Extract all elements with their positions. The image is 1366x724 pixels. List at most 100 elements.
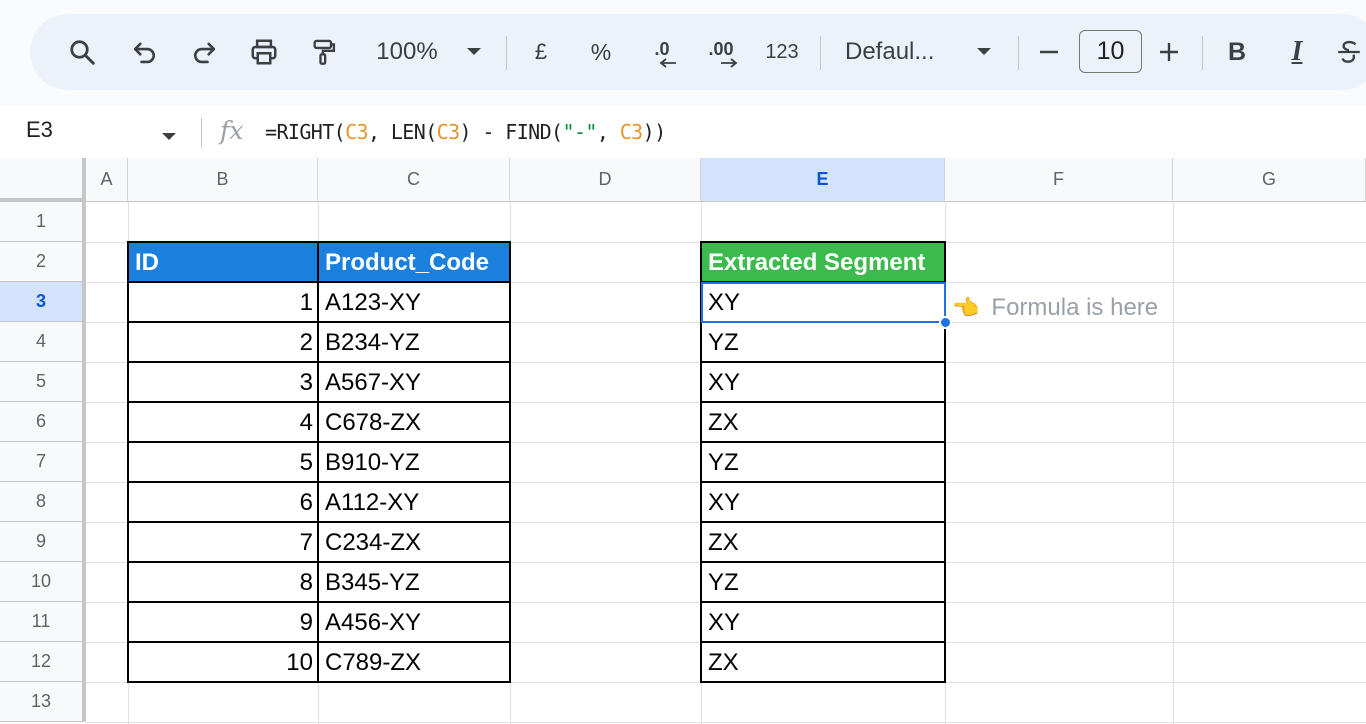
redo-button[interactable] — [184, 14, 224, 90]
redo-icon — [193, 42, 216, 64]
toolbar: 100% £ % .0 .00 123 Defaul... 10 B I — [30, 14, 1366, 90]
column-header-c[interactable]: C — [318, 158, 510, 202]
column-header-d[interactable]: D — [510, 158, 701, 202]
table-inner-border — [701, 281, 945, 283]
select-all-corner[interactable] — [0, 158, 86, 202]
percent-format-button[interactable]: % — [586, 14, 616, 90]
font-dropdown-button[interactable] — [970, 14, 998, 90]
zoom-value: 100% — [376, 38, 438, 65]
search-icon — [70, 40, 95, 65]
column-header-f[interactable]: F — [945, 158, 1173, 202]
row-header-6[interactable]: 6 — [0, 402, 86, 442]
name-box-dropdown-button[interactable] — [161, 128, 177, 146]
cell-product-code[interactable]: B910-YZ — [319, 443, 510, 482]
header-cell-id[interactable]: ID — [129, 243, 318, 282]
cell-product-code[interactable]: A112-XY — [319, 483, 510, 522]
column-header-e[interactable]: E — [701, 158, 945, 202]
decrease-decimal-button[interactable]: .0 — [642, 14, 682, 90]
column-header-a[interactable]: A — [86, 158, 128, 202]
row-header-3[interactable]: 3 — [0, 282, 86, 322]
table-inner-border — [701, 401, 945, 403]
row-header-9[interactable]: 9 — [0, 522, 86, 562]
cell-extracted-segment[interactable]: XY — [702, 283, 945, 322]
table-inner-border — [701, 481, 945, 483]
row-header-2[interactable]: 2 — [0, 242, 86, 282]
row-header-13[interactable]: 13 — [0, 682, 86, 722]
cell-id[interactable]: 1 — [129, 283, 318, 322]
cell-extracted-segment[interactable]: YZ — [702, 443, 945, 482]
cell-extracted-segment[interactable]: YZ — [702, 323, 945, 362]
table-inner-border — [701, 641, 945, 643]
gridline — [945, 202, 946, 724]
column-header-g[interactable]: G — [1173, 158, 1366, 202]
formula-token: , — [596, 120, 620, 144]
formula-input[interactable]: =RIGHT(C3, LEN(C3) - FIND("-", C3)) — [265, 120, 666, 144]
cell-product-code[interactable]: B345-YZ — [319, 563, 510, 602]
row-header-10[interactable]: 10 — [0, 562, 86, 602]
font-select[interactable]: Defaul... — [845, 14, 955, 90]
cell-id[interactable]: 3 — [129, 363, 318, 402]
cell-product-code[interactable]: C678-ZX — [319, 403, 510, 442]
table-inner-border — [701, 441, 945, 443]
font-size-input[interactable]: 10 — [1079, 30, 1142, 73]
cell-product-code[interactable]: A456-XY — [319, 603, 510, 642]
strikethrough-button[interactable] — [1334, 14, 1364, 90]
cell-id[interactable]: 8 — [129, 563, 318, 602]
currency-format-button[interactable]: £ — [526, 14, 556, 90]
cell-id[interactable]: 7 — [129, 523, 318, 562]
undo-button[interactable] — [125, 14, 165, 90]
table-inner-border — [317, 242, 319, 682]
cell-product-code[interactable]: A567-XY — [319, 363, 510, 402]
bold-button[interactable]: B — [1222, 14, 1252, 90]
cell-id[interactable]: 10 — [129, 643, 318, 682]
cell-extracted-segment[interactable]: XY — [702, 483, 945, 522]
table-inner-border — [128, 321, 510, 323]
zoom-dropdown-button[interactable] — [460, 14, 488, 90]
row-header-12[interactable]: 12 — [0, 642, 86, 682]
pound-sign-icon: £ — [534, 39, 548, 64]
cell-id[interactable]: 2 — [129, 323, 318, 362]
row-header-4[interactable]: 4 — [0, 322, 86, 362]
paint-format-button[interactable] — [304, 14, 344, 90]
row-header-7[interactable]: 7 — [0, 442, 86, 482]
dropdown-arrow-icon — [162, 133, 176, 140]
cell-product-code[interactable]: A123-XY — [319, 283, 510, 322]
cell-extracted-segment[interactable]: YZ — [702, 563, 945, 602]
row-header-11[interactable]: 11 — [0, 602, 86, 642]
cell-product-code[interactable]: C234-ZX — [319, 523, 510, 562]
italic-button[interactable]: I — [1282, 14, 1312, 90]
row-header-1[interactable]: 1 — [0, 202, 86, 242]
sheet-grid: ABCDEFG 1 2 3 4 5 6 7 8 9 10 11 12 13 ID Product_Code… — [0, 158, 1366, 724]
table-inner-border — [128, 521, 510, 523]
cell-extracted-segment[interactable]: XY — [702, 363, 945, 402]
cell-id[interactable]: 5 — [129, 443, 318, 482]
table-inner-border — [128, 361, 510, 363]
cell-product-code[interactable]: C789-ZX — [319, 643, 510, 682]
dropdown-arrow-icon — [467, 48, 481, 55]
cell-id[interactable]: 9 — [129, 603, 318, 642]
row-header-8[interactable]: 8 — [0, 482, 86, 522]
cell-id[interactable]: 4 — [129, 403, 318, 442]
cell-extracted-segment[interactable]: ZX — [702, 523, 945, 562]
search-menus-button[interactable] — [62, 14, 102, 90]
row-header-5[interactable]: 5 — [0, 362, 86, 402]
increase-decimal-button[interactable]: .00 — [700, 14, 742, 90]
formula-token: =RIGHT( — [265, 120, 346, 144]
increase-font-size-button[interactable] — [1154, 14, 1184, 90]
decrease-font-size-button[interactable] — [1034, 14, 1064, 90]
print-button[interactable] — [244, 14, 284, 90]
formula-token: )) — [642, 120, 666, 144]
header-cell-product-code[interactable]: Product_Code — [319, 243, 510, 282]
name-box[interactable]: E3 — [26, 117, 53, 143]
toolbar-divider — [1018, 36, 1019, 70]
cell-extracted-segment[interactable]: XY — [702, 603, 945, 642]
cell-extracted-segment[interactable]: ZX — [702, 403, 945, 442]
fill-handle[interactable] — [939, 316, 952, 329]
cell-product-code[interactable]: B234-YZ — [319, 323, 510, 362]
more-formats-button[interactable]: 123 — [760, 14, 804, 90]
cell-extracted-segment[interactable]: ZX — [702, 643, 945, 682]
zoom-select[interactable]: 100% — [368, 14, 446, 90]
column-header-b[interactable]: B — [128, 158, 318, 202]
header-cell-extracted-segment[interactable]: Extracted Segment — [702, 243, 945, 282]
cell-id[interactable]: 6 — [129, 483, 318, 522]
